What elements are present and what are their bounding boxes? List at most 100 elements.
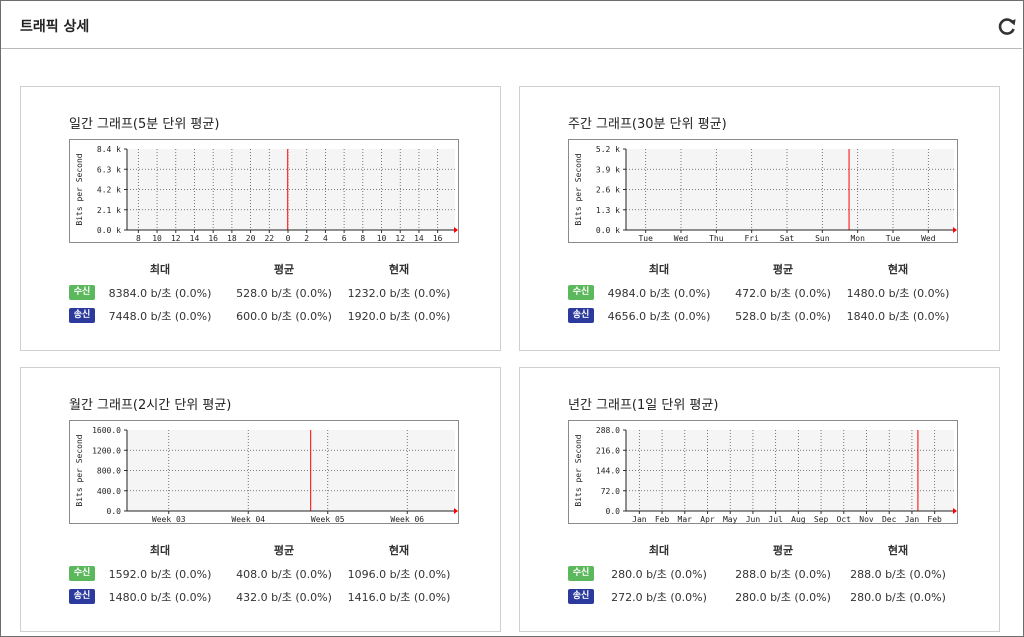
out-max: 7448.0 b/초 (0.0%) (108, 310, 212, 323)
y-tick-label: 6.3 k (97, 165, 121, 174)
in-cur: 288.0 b/초 (0.0%) (850, 568, 946, 581)
panel-title: 일간 그래프(5분 단위 평균) (69, 117, 220, 132)
in-cur: 1480.0 b/초 (0.0%) (846, 287, 950, 300)
x-tick-label: 8 (136, 234, 141, 243)
y-axis-label: Bits per Second (574, 434, 583, 506)
y-tick-label: 216.0 (596, 446, 620, 455)
stats-row-out: 송신 4656.0 b/초 (0.0%) 528.0 b/초 (0.0%) 18… (568, 308, 958, 326)
stats-row-out: 송신 272.0 b/초 (0.0%) 280.0 b/초 (0.0%) 280… (568, 589, 958, 607)
header-avg: 평균 (772, 263, 794, 276)
x-tick-label: Wed (674, 234, 689, 243)
x-tick-label: Wed (921, 234, 936, 243)
x-tick-label: 6 (342, 234, 347, 243)
badge-in: 수신 (568, 285, 594, 300)
panel-title: 월간 그래프(2시간 단위 평균) (69, 398, 232, 413)
y-tick-label: 0.0 k (97, 226, 121, 235)
y-tick-label: 400.0 (97, 487, 121, 496)
badge-in: 수신 (69, 285, 95, 300)
stats-row-in: 수신 4984.0 b/초 (0.0%) 472.0 b/초 (0.0%) 14… (568, 285, 958, 303)
traffic-graph: Bits per Second 288.0 216.0 144.0 72.0 0.0 Jan… (568, 420, 958, 524)
header-cur: 현재 (388, 544, 410, 557)
header-cur: 현재 (887, 544, 909, 557)
refresh-icon[interactable] (996, 16, 1018, 38)
header-max: 최대 (648, 263, 670, 276)
badge-out: 송신 (69, 589, 95, 604)
y-tick-label: 2.6 k (596, 186, 620, 195)
out-cur: 1840.0 b/초 (0.0%) (846, 310, 950, 323)
x-tick-label: Jan (905, 515, 920, 524)
stats-row-in: 수신 8384.0 b/초 (0.0%) 528.0 b/초 (0.0%) 12… (69, 285, 459, 303)
x-tick-label: Apr (700, 515, 715, 524)
x-tick-label: Dec (882, 515, 897, 524)
out-max: 1480.0 b/초 (0.0%) (108, 591, 212, 604)
x-tick-label: 14 (190, 234, 200, 243)
header-max: 최대 (149, 544, 171, 557)
y-axis-label: Bits per Second (574, 153, 583, 225)
header-cur: 현재 (887, 263, 909, 276)
x-tick-label: Week 05 (311, 515, 345, 524)
y-tick-label: 5.2 k (596, 145, 620, 154)
plot-area (626, 149, 954, 230)
badge-in: 수신 (568, 566, 594, 581)
out-avg: 600.0 b/초 (0.0%) (236, 310, 332, 323)
header-cur: 현재 (388, 263, 410, 276)
x-tick-label: Oct (837, 515, 852, 524)
in-max: 4984.0 b/초 (0.0%) (607, 287, 711, 300)
x-tick-label: 2 (304, 234, 309, 243)
x-tick-label: 10 (377, 234, 387, 243)
daily-graph-panel: 일간 그래프(5분 단위 평균) Bits per Second 8.4 k 6.3… (20, 86, 501, 351)
y-tick-label: 288.0 (596, 426, 620, 435)
x-tick-label: Week 06 (390, 515, 424, 524)
x-tick-label: 0 (286, 234, 291, 243)
x-tick-label: May (723, 515, 738, 524)
y-tick-label: 0.0 (606, 507, 621, 516)
out-max: 272.0 b/초 (0.0%) (611, 591, 707, 604)
x-tick-label: Tue (886, 234, 901, 243)
x-tick-label: Mar (678, 515, 693, 524)
badge-out: 송신 (69, 308, 95, 323)
x-tick-label: Jun (746, 515, 761, 524)
in-avg: 472.0 b/초 (0.0%) (735, 287, 831, 300)
x-tick-label: 4 (323, 234, 328, 243)
x-tick-label: Jul (768, 515, 783, 524)
out-cur: 280.0 b/초 (0.0%) (850, 591, 946, 604)
x-tick-label: Feb (927, 515, 942, 524)
x-tick-label: 12 (395, 234, 405, 243)
x-tick-label: Feb (655, 515, 670, 524)
x-tick-label: 16 (208, 234, 218, 243)
in-max: 280.0 b/초 (0.0%) (611, 568, 707, 581)
weekly-graph-panel: 주간 그래프(30분 단위 평균) Bits per Second 5.2 k 3.… (519, 86, 1000, 351)
x-tick-label: 8 (360, 234, 365, 243)
x-tick-label: 18 (227, 234, 237, 243)
header-avg: 평균 (273, 544, 295, 557)
out-max: 4656.0 b/초 (0.0%) (607, 310, 711, 323)
x-tick-label: Thu (709, 234, 724, 243)
x-tick-label: 16 (433, 234, 443, 243)
x-tick-label: Week 03 (152, 515, 186, 524)
out-cur: 1416.0 b/초 (0.0%) (347, 591, 451, 604)
out-avg: 432.0 b/초 (0.0%) (236, 591, 332, 604)
y-tick-label: 1200.0 (92, 446, 121, 455)
x-tick-label: Sun (815, 234, 830, 243)
stats-row-in: 수신 1592.0 b/초 (0.0%) 408.0 b/초 (0.0%) 10… (69, 566, 459, 584)
x-tick-label: 14 (414, 234, 424, 243)
traffic-graph: Bits per Second 5.2 k 3.9 k 2.6 k 1.3 k 0.0 k… (568, 139, 958, 243)
plot-area (127, 430, 455, 511)
stats-row-in: 수신 280.0 b/초 (0.0%) 288.0 b/초 (0.0%) 288… (568, 566, 958, 584)
y-tick-label: 1600.0 (92, 426, 121, 435)
y-tick-label: 2.1 k (97, 206, 121, 215)
x-tick-label: 20 (246, 234, 256, 243)
out-cur: 1920.0 b/초 (0.0%) (347, 310, 451, 323)
header-max: 최대 (648, 544, 670, 557)
in-avg: 408.0 b/초 (0.0%) (236, 568, 332, 581)
page-header: 트래픽 상세 (1, 1, 1022, 49)
x-tick-label: Week 04 (231, 515, 265, 524)
x-tick-label: Mon (850, 234, 865, 243)
plot-area (626, 430, 954, 511)
page-title: 트래픽 상세 (20, 19, 90, 35)
yearly-graph-panel: 년간 그래프(1일 단위 평균) Bits per Second 288.0 216… (519, 367, 1000, 632)
in-cur: 1096.0 b/초 (0.0%) (347, 568, 451, 581)
in-avg: 528.0 b/초 (0.0%) (236, 287, 332, 300)
header-avg: 평균 (772, 544, 794, 557)
monthly-graph-panel: 월간 그래프(2시간 단위 평균) Bits per Second 1600.0 1… (20, 367, 501, 632)
